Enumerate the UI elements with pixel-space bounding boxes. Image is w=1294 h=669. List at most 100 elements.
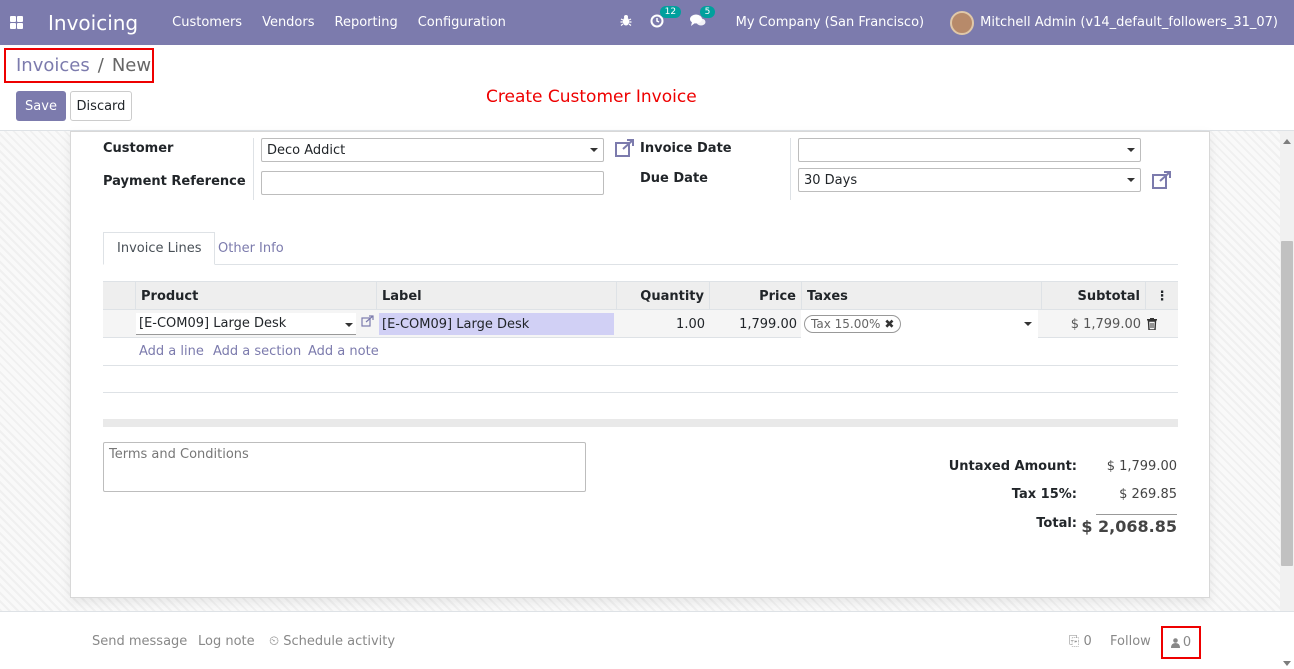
chevron-down-icon[interactable] xyxy=(1127,178,1135,182)
tax-value: $ 269.85 xyxy=(1119,487,1177,502)
user-icon xyxy=(1170,637,1180,648)
discard-button[interactable]: Discard xyxy=(70,91,132,121)
product-value: [E-COM09] Large Desk xyxy=(139,316,287,331)
quantity-cell[interactable]: 1.00 xyxy=(616,310,705,338)
app-title[interactable]: Invoicing xyxy=(48,11,138,35)
payment-reference-input[interactable] xyxy=(261,171,604,195)
untaxed-amount-value: $ 1,799.00 xyxy=(1106,459,1177,474)
payment-reference-label: Payment Reference xyxy=(103,174,246,189)
tab-invoice-lines[interactable]: Invoice Lines xyxy=(103,232,216,265)
table-footer-bar xyxy=(103,419,1178,427)
external-link-icon[interactable] xyxy=(615,138,635,162)
product-input[interactable]: [E-COM09] Large Desk xyxy=(136,313,356,335)
apps-menu-icon[interactable] xyxy=(0,0,32,45)
followers-button[interactable]: 0 xyxy=(1161,626,1201,659)
scroll-down-icon[interactable] xyxy=(1283,661,1291,666)
form-content-area: Customer Payment Reference Deco Addict I… xyxy=(0,131,1294,669)
label-input[interactable]: [E-COM09] Large Desk xyxy=(379,313,614,335)
chevron-down-icon[interactable] xyxy=(1127,148,1135,152)
customer-select[interactable]: Deco Addict xyxy=(261,138,604,162)
message-count-badge: 5 xyxy=(699,6,716,18)
save-button[interactable]: Save xyxy=(16,91,66,121)
send-message-button[interactable]: Send message xyxy=(92,634,187,649)
attachments-count: 0 xyxy=(1083,634,1092,649)
label-value: [E-COM09] Large Desk xyxy=(382,316,530,332)
add-section-link[interactable]: Add a section xyxy=(213,344,301,359)
activity-count-badge: 12 xyxy=(659,5,682,18)
taxes-cell[interactable]: Tax 15.00% ✖ xyxy=(801,310,1038,338)
debug-bug-icon[interactable] xyxy=(620,14,632,31)
menu-configuration[interactable]: Configuration xyxy=(418,15,506,30)
annotation-text: Create Customer Invoice xyxy=(486,87,697,107)
total-value: $ 2,068.85 xyxy=(1081,517,1177,536)
field-divider xyxy=(790,138,791,200)
external-link-icon[interactable] xyxy=(361,315,374,331)
terms-conditions-input[interactable]: Terms and Conditions xyxy=(103,442,586,492)
breadcrumb: Invoices / New xyxy=(4,48,154,83)
invoice-date-label: Invoice Date xyxy=(640,141,732,156)
chevron-down-icon[interactable] xyxy=(345,323,353,327)
untaxed-amount-label: Untaxed Amount: xyxy=(948,459,1077,474)
field-divider xyxy=(253,138,254,200)
menu-customers[interactable]: Customers xyxy=(172,15,242,30)
tax-tag-label: Tax 15.00% xyxy=(811,317,881,331)
schedule-activity-button[interactable]: ⏲ Schedule activity xyxy=(269,634,395,649)
customer-value: Deco Addict xyxy=(267,142,346,158)
breadcrumb-invoices-link[interactable]: Invoices xyxy=(16,55,90,76)
vertical-scrollbar[interactable] xyxy=(1280,131,1294,669)
company-switcher[interactable]: My Company (San Francisco) xyxy=(736,15,924,30)
messages-chat-icon[interactable]: 5 xyxy=(689,6,716,31)
due-date-value: 30 Days xyxy=(804,172,858,188)
tab-other-info[interactable]: Other Info xyxy=(205,232,297,265)
col-label[interactable]: Label xyxy=(376,282,616,310)
column-options-icon[interactable]: ⋮ xyxy=(1145,282,1178,310)
clock-icon: ⏲ xyxy=(269,634,280,649)
attachments-button[interactable]: ⎘ 0 xyxy=(1069,634,1092,649)
follow-button[interactable]: Follow xyxy=(1110,634,1151,649)
control-panel: Invoices / New Save Discard Create Custo… xyxy=(0,45,1294,131)
menu-vendors[interactable]: Vendors xyxy=(262,15,314,30)
terms-placeholder: Terms and Conditions xyxy=(109,447,249,462)
col-product[interactable]: Product xyxy=(135,282,376,310)
activity-clock-icon[interactable]: 12 xyxy=(650,5,682,32)
user-avatar[interactable] xyxy=(950,10,975,35)
table-row[interactable]: [E-COM09] Large Desk [E-COM09] Large Des… xyxy=(103,309,1178,338)
col-price[interactable]: Price xyxy=(709,282,801,310)
chevron-down-icon[interactable] xyxy=(590,148,598,152)
table-header: Product Label Quantity Price Taxes Subto… xyxy=(103,281,1178,310)
breadcrumb-separator: / xyxy=(97,55,104,76)
paperclip-icon: ⎘ xyxy=(1069,634,1080,649)
row-divider xyxy=(103,392,1178,393)
add-note-link[interactable]: Add a note xyxy=(308,344,379,359)
col-quantity[interactable]: Quantity xyxy=(616,282,709,310)
total-label: Total: xyxy=(1036,516,1077,531)
form-sheet: Customer Payment Reference Deco Addict I… xyxy=(70,131,1210,598)
due-date-label: Due Date xyxy=(640,171,708,186)
invoice-date-input[interactable] xyxy=(798,138,1141,162)
user-menu[interactable]: Mitchell Admin (v14_default_followers_31… xyxy=(980,15,1278,30)
col-subtotal[interactable]: Subtotal xyxy=(1041,282,1145,310)
breadcrumb-current: New xyxy=(111,55,152,76)
add-line-link[interactable]: Add a line xyxy=(139,344,204,359)
col-taxes[interactable]: Taxes xyxy=(801,282,1041,310)
chatter-bar: Send message Log note ⏲ Schedule activit… xyxy=(0,611,1294,669)
customer-label: Customer xyxy=(103,141,174,156)
log-note-button[interactable]: Log note xyxy=(198,634,255,649)
menu-reporting[interactable]: Reporting xyxy=(335,15,398,30)
scrollbar-thumb[interactable] xyxy=(1281,241,1293,566)
external-link-icon[interactable] xyxy=(1152,170,1172,194)
followers-count: 0 xyxy=(1182,635,1192,650)
tax-tag: Tax 15.00% ✖ xyxy=(804,315,902,333)
schedule-activity-label: Schedule activity xyxy=(283,634,396,649)
notebook-tabs: Invoice Lines Other Info xyxy=(103,232,1178,265)
total-divider xyxy=(1096,514,1177,515)
payment-terms-select[interactable]: 30 Days xyxy=(798,168,1141,192)
remove-tag-icon[interactable]: ✖ xyxy=(884,317,894,331)
chevron-down-icon[interactable] xyxy=(1024,322,1032,326)
subtotal-cell: $ 1,799.00 xyxy=(1070,316,1141,332)
row-divider xyxy=(103,365,1178,366)
trash-icon[interactable] xyxy=(1147,310,1159,338)
price-cell[interactable]: 1,799.00 xyxy=(709,310,797,338)
tax-label: Tax 15%: xyxy=(1011,487,1077,502)
scroll-up-icon[interactable] xyxy=(1283,139,1291,144)
